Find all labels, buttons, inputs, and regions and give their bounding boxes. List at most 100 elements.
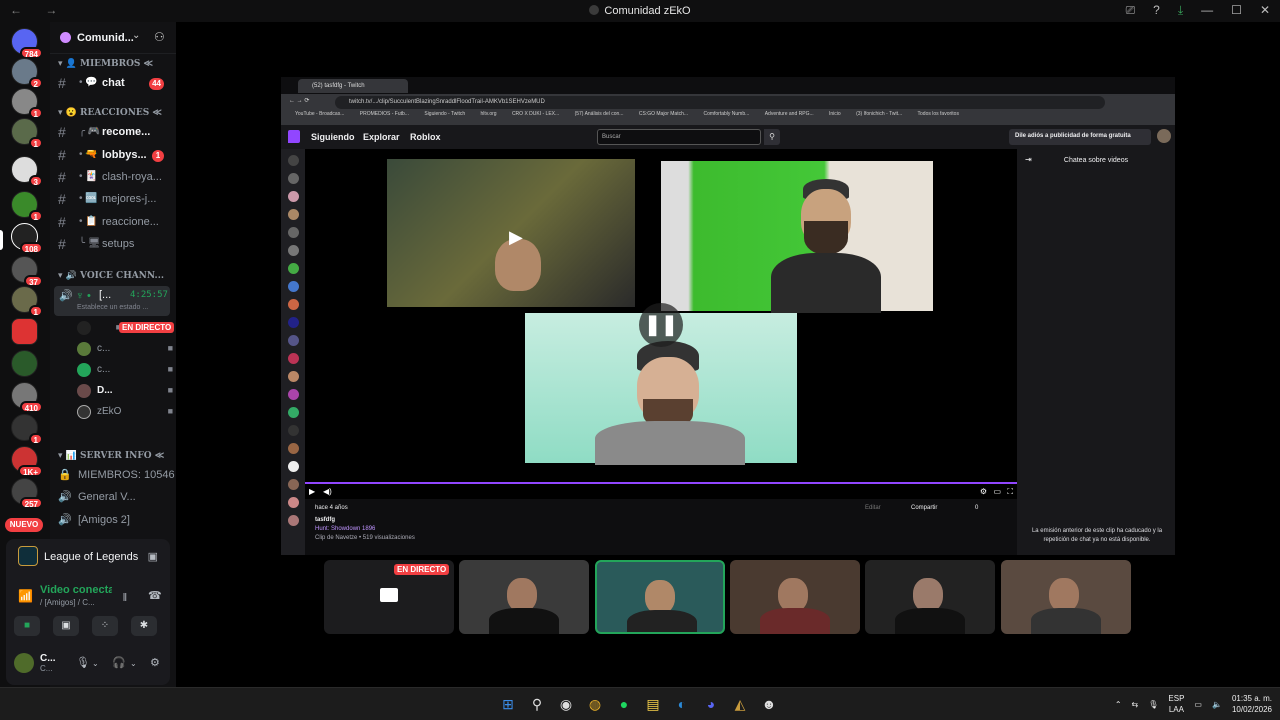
channel-setups[interactable]: # ╰ 🖥 setups bbox=[50, 235, 172, 255]
voice-user[interactable]: c... ■ bbox=[75, 340, 175, 358]
category-miembros[interactable]: ▾ 👤 MIEMBROS ≪ bbox=[58, 59, 153, 69]
channel-avatar[interactable] bbox=[288, 173, 299, 184]
participant-tile-stream[interactable]: EN DIRECTO bbox=[324, 560, 454, 634]
pause-icon[interactable]: ❚❚ bbox=[639, 303, 683, 347]
disconnect-icon[interactable]: ☎ bbox=[148, 589, 162, 602]
channel-avatar[interactable] bbox=[288, 155, 299, 166]
headphones-icon[interactable]: 🎧 bbox=[112, 656, 126, 669]
channel-avatar[interactable] bbox=[288, 281, 299, 292]
channel-avatar[interactable] bbox=[288, 317, 299, 328]
channel-recomendaciones[interactable]: # ╭ 🎮 recome... bbox=[50, 123, 172, 143]
avatar[interactable] bbox=[1157, 129, 1171, 143]
chevron-down-icon[interactable]: ⌄ bbox=[132, 30, 140, 41]
channel-avatar[interactable] bbox=[288, 299, 299, 310]
participant-tile[interactable] bbox=[730, 560, 860, 634]
current-user[interactable]: C... C... 🎙 ⌄ 🎧 ⌄ ⚙ bbox=[10, 651, 166, 677]
soundboard-button[interactable]: ✱ bbox=[131, 616, 157, 636]
chevron-down-icon[interactable]: ⌄ bbox=[130, 659, 137, 668]
server-icon[interactable]: 257 bbox=[11, 478, 43, 509]
channel-avatar[interactable] bbox=[288, 479, 299, 490]
participant-tile[interactable] bbox=[1001, 560, 1131, 634]
streamed-browser-window[interactable]: (52) tasfdfg - Twitch ← → ⟳ twitch.tv/..… bbox=[281, 77, 1175, 555]
bookmark[interactable]: Siguiendo - Twitch bbox=[424, 111, 465, 117]
bookmark[interactable]: CS:GO Major Match... bbox=[639, 111, 688, 117]
server-icon[interactable]: 2 bbox=[11, 58, 43, 89]
maximize-button[interactable]: ☐ bbox=[1231, 3, 1242, 18]
browser-nav-icons[interactable]: ← → ⟳ bbox=[289, 97, 309, 104]
server-icon[interactable]: 1 bbox=[11, 414, 43, 445]
progress-bar[interactable] bbox=[305, 482, 1017, 484]
activity-card[interactable]: League of Legends ▣ bbox=[10, 544, 166, 572]
participant-tile-selected[interactable] bbox=[595, 560, 725, 634]
server-icon-comunidad[interactable]: 108 bbox=[11, 223, 43, 254]
server-icon[interactable] bbox=[11, 318, 38, 345]
voice-status-text[interactable]: Establece un estado ... bbox=[77, 304, 148, 311]
noise-suppression-icon[interactable]: 𝍪 bbox=[123, 589, 127, 608]
screen-share-icon[interactable]: ⎚ bbox=[1126, 3, 1136, 18]
server-icon[interactable]: 1 bbox=[11, 191, 43, 222]
start-icon[interactable]: ⊞ bbox=[499, 696, 517, 713]
microphone-icon[interactable]: 🎙 bbox=[76, 656, 90, 669]
nav-link[interactable]: Explorar bbox=[363, 132, 400, 142]
settings-gear-icon[interactable]: ⚙ bbox=[150, 656, 160, 669]
bookmark[interactable]: CRO X DUKI - LEX... bbox=[512, 111, 559, 117]
discord-icon[interactable]: ◕ bbox=[702, 696, 720, 713]
share-button[interactable]: Compartir bbox=[911, 505, 937, 511]
network-icon[interactable]: ⇆ bbox=[1132, 700, 1139, 709]
channel-avatar[interactable] bbox=[288, 335, 299, 346]
fullscreen-icon[interactable]: ⛶ bbox=[1007, 487, 1013, 497]
language-indicator[interactable]: ESP LAA bbox=[1168, 693, 1184, 715]
bookmark[interactable]: Todos los favoritos bbox=[918, 111, 959, 117]
chevron-down-icon[interactable]: ⌄ bbox=[92, 659, 99, 668]
channel-reacciones[interactable]: # • 📋 reaccione... bbox=[50, 213, 172, 233]
channel-avatar[interactable] bbox=[288, 497, 299, 508]
video-player[interactable]: ▶ ❚❚ ▶ ◀) ⚙ ▭ ⛶ bbox=[305, 149, 1017, 499]
close-button[interactable]: ✕ bbox=[1260, 3, 1270, 18]
channel-avatar[interactable] bbox=[288, 407, 299, 418]
voice-connected-channel[interactable]: / [Amigos] / C... bbox=[40, 598, 95, 607]
voice-user[interactable]: zEkO ■ bbox=[75, 403, 175, 421]
edit-button[interactable]: Editar bbox=[865, 505, 881, 511]
channel-chat[interactable]: # • 💬 chat 44 bbox=[50, 74, 172, 94]
channel-mejores-jugadas[interactable]: # • 🆒 mejores-j... bbox=[50, 190, 172, 210]
server-icon[interactable] bbox=[11, 350, 38, 377]
nav-link[interactable]: Siguiendo bbox=[311, 132, 355, 142]
edge-icon[interactable]: ◐ bbox=[673, 696, 691, 713]
settings-gear-icon[interactable]: ⚙ bbox=[980, 487, 987, 496]
channel-avatar[interactable] bbox=[288, 245, 299, 256]
channel-avatar[interactable] bbox=[288, 227, 299, 238]
server-icon[interactable]: 3 bbox=[11, 156, 43, 187]
help-icon[interactable]: ? bbox=[1153, 3, 1160, 18]
browser-url[interactable]: twitch.tv/.../clip/SucculentBlazingSnrad… bbox=[335, 96, 1105, 109]
ad-free-button[interactable]: Dile adiós a publicidad de forma gratuit… bbox=[1009, 129, 1151, 145]
channel-avatar[interactable] bbox=[288, 209, 299, 220]
league-client-icon[interactable]: ◭ bbox=[731, 696, 749, 713]
server-icon[interactable]: 1 bbox=[11, 286, 43, 317]
bookmark[interactable]: Adventure and RPG... bbox=[765, 111, 814, 117]
bookmark[interactable]: Inicio bbox=[829, 111, 841, 117]
bookmark[interactable]: hltv.org bbox=[481, 111, 497, 117]
app-icon[interactable]: ☻ bbox=[760, 696, 778, 713]
participant-tile[interactable] bbox=[865, 560, 995, 634]
search-icon[interactable]: ⚲ bbox=[528, 696, 546, 713]
bookmark[interactable]: (57) Análisis del con... bbox=[575, 111, 624, 117]
activity-share-icon[interactable]: ▣ bbox=[148, 550, 158, 563]
activities-button[interactable]: ⁘ bbox=[92, 616, 118, 636]
channel-avatar[interactable] bbox=[288, 263, 299, 274]
clip-game-link[interactable]: Hunt: Showdown 1896 bbox=[315, 526, 375, 532]
channel-avatar[interactable] bbox=[288, 425, 299, 436]
server-icon[interactable]: 1K+ bbox=[11, 446, 43, 477]
channel-avatar[interactable] bbox=[288, 191, 299, 202]
server-icon[interactable]: 410 bbox=[11, 382, 43, 413]
channel-avatar[interactable] bbox=[288, 443, 299, 454]
server-info-amigos[interactable]: 🔊 [Amigos 2] bbox=[58, 511, 176, 531]
category-voice[interactable]: ▾ 🔊 VOICE CHANN... bbox=[58, 271, 164, 281]
channel-avatar[interactable] bbox=[288, 515, 299, 526]
server-icon[interactable]: 1 bbox=[11, 88, 43, 119]
invite-people-icon[interactable]: ⚇ bbox=[154, 30, 165, 44]
channel-avatar[interactable] bbox=[288, 353, 299, 364]
server-icon[interactable]: 1 bbox=[11, 118, 43, 149]
channel-avatar[interactable] bbox=[288, 371, 299, 382]
bookmark[interactable]: YouTube - Broadcas... bbox=[295, 111, 344, 117]
server-info-members[interactable]: 🔒 MIEMBROS: 10546 bbox=[58, 466, 176, 486]
